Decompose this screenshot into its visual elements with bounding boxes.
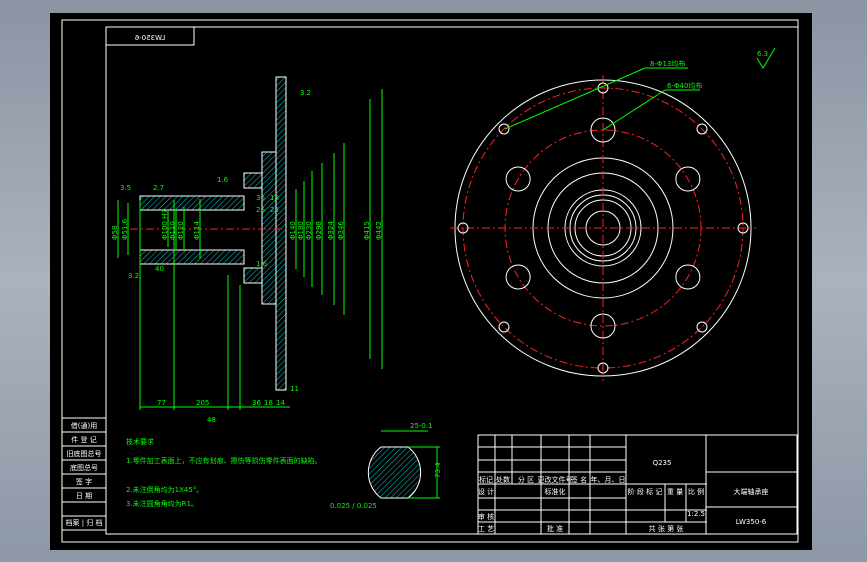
small-bolt-hole <box>498 321 510 333</box>
diameter-dim-label: Φ442 <box>375 221 383 240</box>
svg-text:205: 205 <box>196 399 209 407</box>
diameter-dim-label: Φ51.6 <box>121 218 129 240</box>
svg-text:更改文件号: 更改文件号 <box>538 475 573 484</box>
mirrored-code: LW350-6 <box>134 34 165 42</box>
title-block: 标记 处数 分 区 更改文件号 签 名 年、月、日 设 计 标准化 审 核 工 … <box>477 434 798 535</box>
svg-text:比 例: 比 例 <box>688 487 704 496</box>
svg-text:借(通)用: 借(通)用 <box>71 421 97 430</box>
diameter-dim-label: Φ415 <box>363 221 371 240</box>
material: Q235 <box>653 459 672 467</box>
svg-text:14: 14 <box>276 399 285 407</box>
diameter-dim-label: Φ58 <box>111 226 119 240</box>
svg-text:标记: 标记 <box>479 475 493 484</box>
svg-text:3.2: 3.2 <box>128 272 139 280</box>
svg-text:重 量: 重 量 <box>667 488 683 496</box>
drawing-number: LW350-6 <box>736 518 767 526</box>
diameter-dim-label: Φ110 <box>169 221 177 240</box>
diameter-dim-label: Φ114 <box>193 221 201 240</box>
small-bolt-hole <box>696 321 708 333</box>
svg-text:标准化: 标准化 <box>545 487 566 496</box>
holes-large-label: 6-Φ40均布 <box>667 81 702 90</box>
svg-text:26: 26 <box>256 206 265 214</box>
svg-text:批 准: 批 准 <box>547 524 563 533</box>
left-strip: 借(通)用 件 登 记 旧底图总号 底图总号 签 字 日 期 档案 | 归 档 <box>61 417 107 531</box>
svg-text:签 名: 签 名 <box>571 475 587 484</box>
svg-text:签 字: 签 字 <box>76 477 92 486</box>
svg-text:工 艺: 工 艺 <box>478 525 494 533</box>
holes-small-label: 8-Φ13均布 <box>650 59 685 68</box>
svg-text:处数: 处数 <box>496 475 510 484</box>
svg-text:分 区: 分 区 <box>518 475 534 484</box>
svg-text:0.025 / 0.025: 0.025 / 0.025 <box>330 502 377 510</box>
svg-text:设 计: 设 计 <box>478 487 494 496</box>
front-view: 8-Φ13均布 6-Φ40均布 6.3 <box>450 47 776 381</box>
svg-text:1.6: 1.6 <box>217 176 229 184</box>
svg-text:23: 23 <box>270 206 279 214</box>
diameter-dim-label: Φ180 <box>297 221 305 240</box>
diameter-dim-label: Φ298 <box>315 221 323 240</box>
diameter-dim-label: Φ230 <box>305 221 313 240</box>
svg-text:36: 36 <box>256 194 265 202</box>
svg-text:48: 48 <box>207 416 216 424</box>
svg-text:2.7: 2.7 <box>153 184 164 192</box>
svg-text:3.2: 3.2 <box>300 89 311 97</box>
svg-text:共 张 第 张: 共 张 第 张 <box>649 524 684 533</box>
key-section: 25-0.1 73.4 0.025 / 0.025 <box>330 422 442 510</box>
svg-text:18: 18 <box>270 194 279 202</box>
part-name: 大端轴承座 <box>734 487 769 496</box>
svg-text:1.6: 1.6 <box>256 260 268 268</box>
svg-text:件 登 记: 件 登 记 <box>71 435 96 444</box>
svg-text:1:2.5: 1:2.5 <box>687 510 705 518</box>
diameter-dim-label: Φ346 <box>337 221 345 240</box>
svg-text:审 核: 审 核 <box>478 512 494 521</box>
section-view: Φ58 Φ51.6 Φ100 H7 Φ110 Φ120 Φ114 Φ140 Φ180 Φ230 Φ… <box>111 76 383 424</box>
svg-text:25-0.1: 25-0.1 <box>410 422 433 430</box>
svg-text:18: 18 <box>264 399 273 407</box>
diameter-dim-label: Φ324 <box>327 221 335 240</box>
technical-notes: 技术要求 1.零件加工表面上，不应有划痕、擦伤等损伤零件表面的缺陷。 2.未注倒… <box>126 437 322 508</box>
cad-drawing: LW350-6 借(通)用 件 登 记 旧底图总号 底图总号 签 字 日 期 档… <box>61 19 799 543</box>
svg-text:底图总号: 底图总号 <box>70 463 98 472</box>
diameter-dim-label: Φ140 <box>289 221 297 240</box>
diameter-dim-label: Φ100 H7 <box>161 209 169 240</box>
svg-text:36: 36 <box>252 399 261 407</box>
svg-text:旧底图总号: 旧底图总号 <box>67 449 102 458</box>
svg-text:3.5: 3.5 <box>120 184 131 192</box>
svg-text:6.3: 6.3 <box>757 50 768 58</box>
svg-text:阶 段 标 记: 阶 段 标 记 <box>628 487 663 496</box>
svg-text:年、月、日: 年、月、日 <box>591 475 626 484</box>
svg-text:11: 11 <box>290 385 299 393</box>
note-2: 2.未注倒角均为1X45°。 <box>126 485 203 494</box>
svg-text:77: 77 <box>157 399 166 407</box>
note-3: 3.未注圆角角均为R1。 <box>126 499 198 508</box>
notes-title: 技术要求 <box>126 437 154 446</box>
svg-text:73.4: 73.4 <box>434 462 442 478</box>
diameter-dim-label: Φ120 <box>177 221 185 240</box>
svg-text:日 期: 日 期 <box>76 492 92 500</box>
svg-text:40: 40 <box>155 265 164 273</box>
svg-text:档案 | 归 档: 档案 | 归 档 <box>65 518 102 527</box>
note-1: 1.零件加工表面上，不应有划痕、擦伤等损伤零件表面的缺陷。 <box>126 456 322 465</box>
